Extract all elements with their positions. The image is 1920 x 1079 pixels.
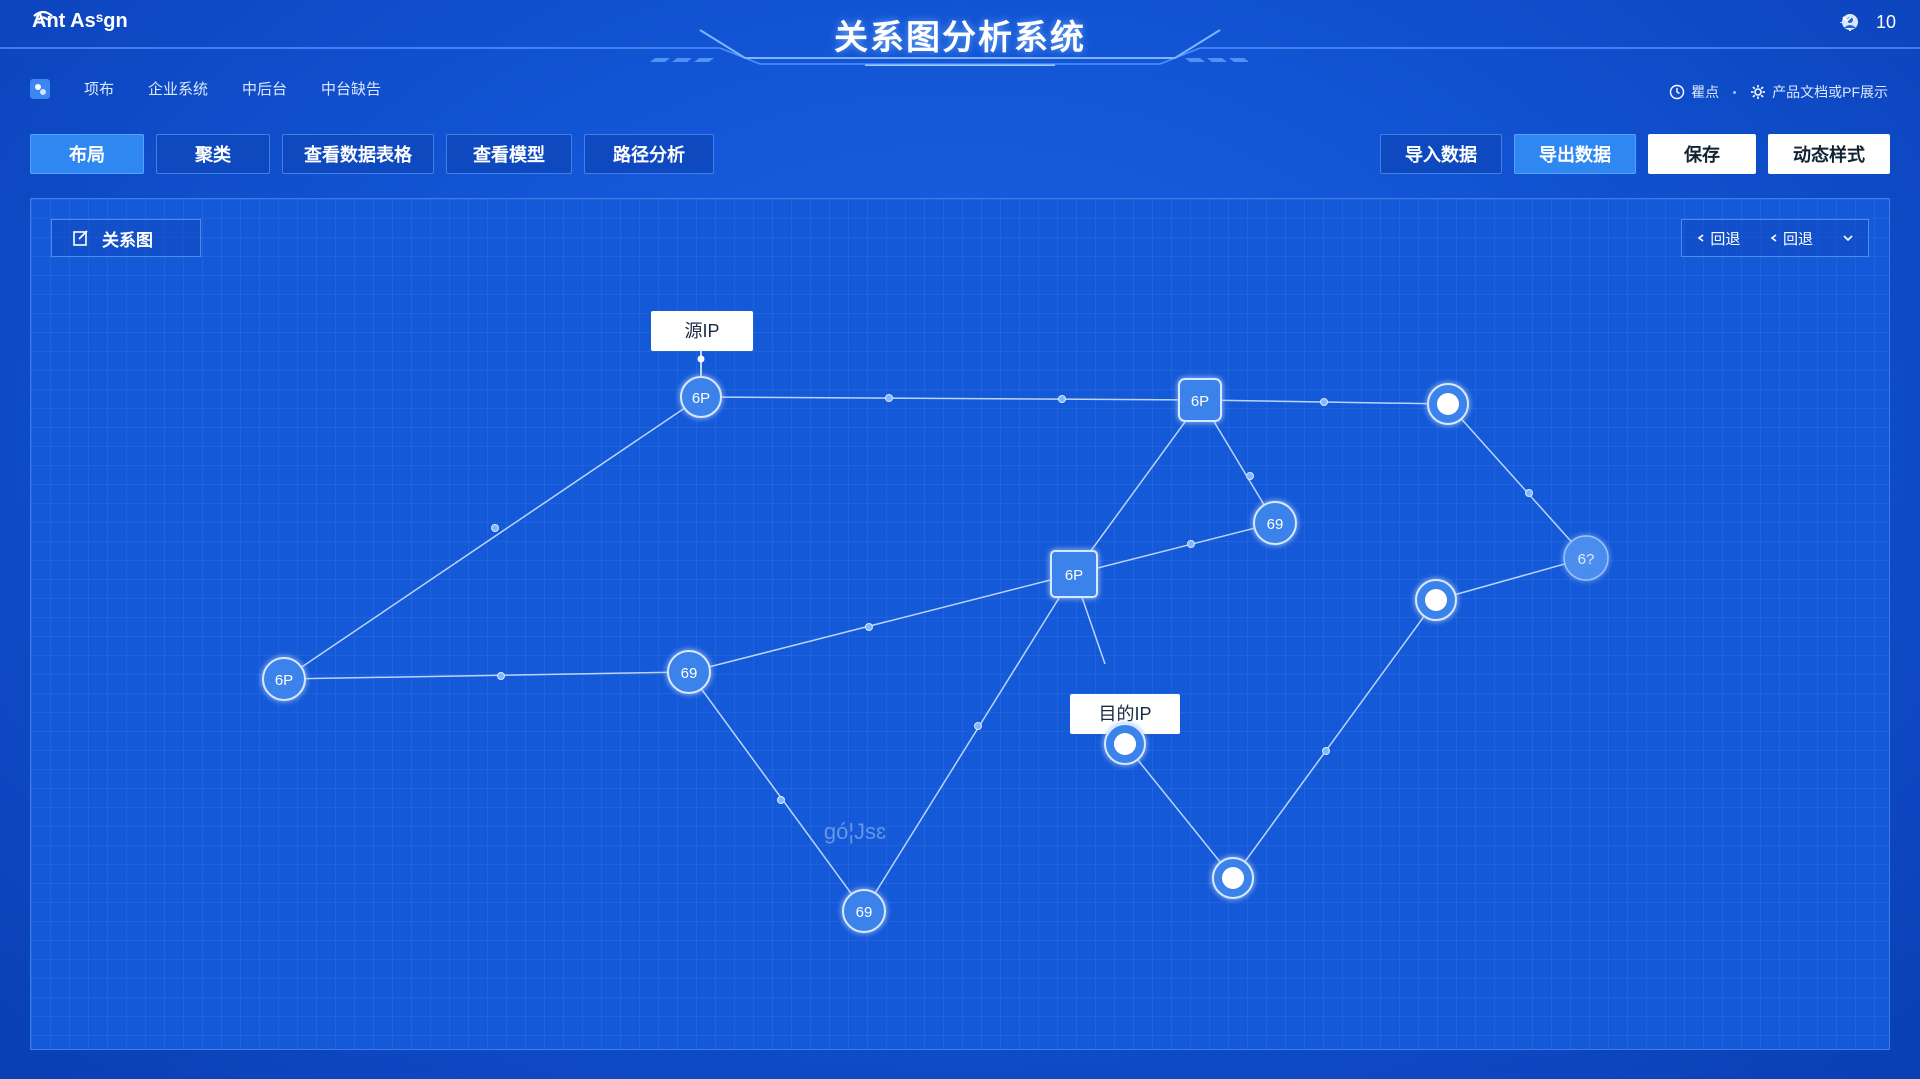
sub-navigation: 项布 企业系统 中后台 中台缺告 [30, 78, 381, 99]
edge[interactable] [1124, 743, 1234, 879]
header-actions: 10 [1839, 12, 1896, 33]
edge-midpoints [491, 394, 1533, 804]
subnav-right: 瞿点 产品文档或PF展示 [1669, 82, 1888, 102]
edge[interactable] [283, 396, 702, 680]
notification-count[interactable]: 10 [1876, 12, 1896, 33]
node-label: 69 [1267, 516, 1284, 533]
graph-node-endpoint[interactable] [1427, 383, 1469, 425]
app-header: Ant Asˢgn 关系图分析系统 10 [0, 0, 1920, 66]
clock-icon [1669, 84, 1685, 100]
view-model-button[interactable]: 查看模型 [446, 134, 572, 174]
edge[interactable] [283, 671, 690, 680]
edge[interactable] [688, 573, 1075, 673]
graph-node[interactable]: 6P [262, 657, 306, 701]
view-data-table-button[interactable]: 查看数据表格 [282, 134, 434, 174]
save-button[interactable]: 保存 [1648, 134, 1756, 174]
path-analysis-button[interactable]: 路径分析 [584, 134, 714, 174]
graph-nodes: 6P 6P 69 69 69 6? 6P 6P [262, 376, 1609, 933]
help-link-label: 瞿点 [1691, 84, 1720, 100]
subnav-item-0[interactable]: 项布 [84, 78, 114, 99]
node-label: 6P [1191, 393, 1209, 410]
graph-node[interactable]: 6P [680, 376, 722, 418]
node-label: 6P [1065, 567, 1083, 584]
subnav-item-3[interactable]: 中台缺告 [321, 78, 381, 99]
source-ip-callout[interactable]: 源IP [651, 311, 753, 381]
graph-node-endpoint[interactable] [1104, 723, 1146, 765]
relationship-graph[interactable]: 源IP 目的IP 6P 6P 69 69 69 6? 6P 6P gó¦Jsɛ [31, 199, 1889, 1049]
docs-link-label: 产品文档或PF展示 [1772, 84, 1888, 100]
node-label: 69 [681, 665, 698, 682]
gear-icon [1751, 85, 1766, 99]
toolbar-right: 导入数据 导出数据 保存 动态样式 [1380, 134, 1890, 176]
graph-node[interactable]: 69 [842, 889, 886, 933]
edge[interactable] [688, 671, 865, 912]
graph-node-square[interactable]: 6P [1050, 550, 1098, 598]
graph-edges [283, 396, 1587, 912]
dynamic-style-button[interactable]: 动态样式 [1768, 134, 1890, 174]
edge[interactable] [1232, 599, 1437, 879]
edge[interactable] [863, 573, 1075, 912]
node-label: 6P [692, 390, 710, 407]
import-data-button[interactable]: 导入数据 [1380, 134, 1502, 174]
export-data-button[interactable]: 导出数据 [1514, 134, 1636, 174]
chevron-down-icon[interactable] [1840, 12, 1854, 26]
edge[interactable] [1073, 522, 1276, 575]
graph-node-square[interactable]: 6P [1178, 378, 1222, 422]
edge[interactable] [1435, 557, 1587, 601]
help-link[interactable]: 瞿点 [1669, 82, 1719, 102]
separator-dot [1733, 90, 1737, 94]
edge[interactable] [700, 396, 1202, 401]
node-label: 6P [275, 672, 293, 689]
node-label: 6? [1578, 551, 1595, 568]
graph-node[interactable]: 69 [1253, 501, 1297, 545]
graph-panel: 关系图 回退 回退 源IP 目的IP 6P 6P 69 69 69 6? 6P … [30, 198, 1890, 1050]
node-label: 69 [856, 904, 873, 921]
graph-node-endpoint[interactable] [1415, 579, 1457, 621]
dest-ip-label: 目的IP [1098, 704, 1151, 724]
graph-node-endpoint[interactable] [1212, 857, 1254, 899]
graph-node[interactable]: 6? [1563, 535, 1609, 581]
graph-node[interactable]: 69 [667, 650, 711, 694]
docs-link[interactable]: 产品文档或PF展示 [1750, 82, 1888, 102]
source-ip-label: 源IP [684, 321, 719, 341]
layout-button[interactable]: 布局 [30, 134, 144, 174]
workspace-icon[interactable] [30, 78, 50, 99]
graph-watermark: gó¦Jsɛ [824, 819, 886, 844]
page-title: 关系图分析系统 [834, 19, 1086, 57]
subnav-item-2[interactable]: 中后台 [242, 78, 287, 99]
edge[interactable] [1447, 403, 1587, 559]
edge[interactable] [1073, 399, 1202, 575]
cluster-button[interactable]: 聚类 [156, 134, 270, 174]
toolbar-left: 布局 聚类 查看数据表格 查看模型 路径分析 [30, 134, 714, 176]
subnav-item-1[interactable]: 企业系统 [148, 78, 208, 99]
